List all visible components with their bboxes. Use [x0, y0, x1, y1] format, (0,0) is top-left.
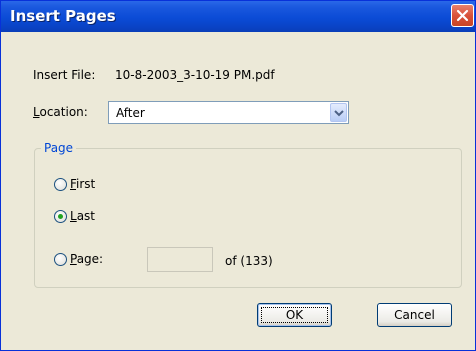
insert-file-label: Insert File:: [33, 68, 96, 82]
title-bar[interactable]: Insert Pages: [1, 1, 475, 32]
page-count-label: of (133): [225, 254, 273, 268]
page-number-input[interactable]: [147, 247, 213, 272]
radio-page[interactable]: [54, 253, 67, 266]
focus-rect: [261, 307, 328, 323]
radio-last[interactable]: [54, 210, 67, 223]
location-select[interactable]: After: [108, 101, 349, 124]
location-label: Location:: [33, 105, 88, 119]
radio-page-label[interactable]: Page:: [70, 252, 103, 266]
insert-file-name: 10-8-2003_3-10-19 PM.pdf: [115, 68, 275, 82]
radio-first[interactable]: [54, 178, 67, 191]
ok-button[interactable]: OK: [257, 303, 332, 327]
location-dropdown-button[interactable]: [330, 103, 347, 122]
dialog-title: Insert Pages: [10, 7, 116, 25]
radio-last-label[interactable]: Last: [70, 209, 95, 223]
location-selected-value: After: [116, 106, 145, 120]
insert-pages-dialog: Insert Pages Insert File: 10-8-2003_3-10…: [0, 0, 476, 351]
close-button[interactable]: [451, 4, 474, 27]
page-group-title: Page: [41, 141, 77, 155]
radio-first-label[interactable]: First: [70, 177, 95, 191]
cancel-button-label: Cancel: [394, 308, 435, 322]
cancel-button[interactable]: Cancel: [377, 303, 452, 327]
